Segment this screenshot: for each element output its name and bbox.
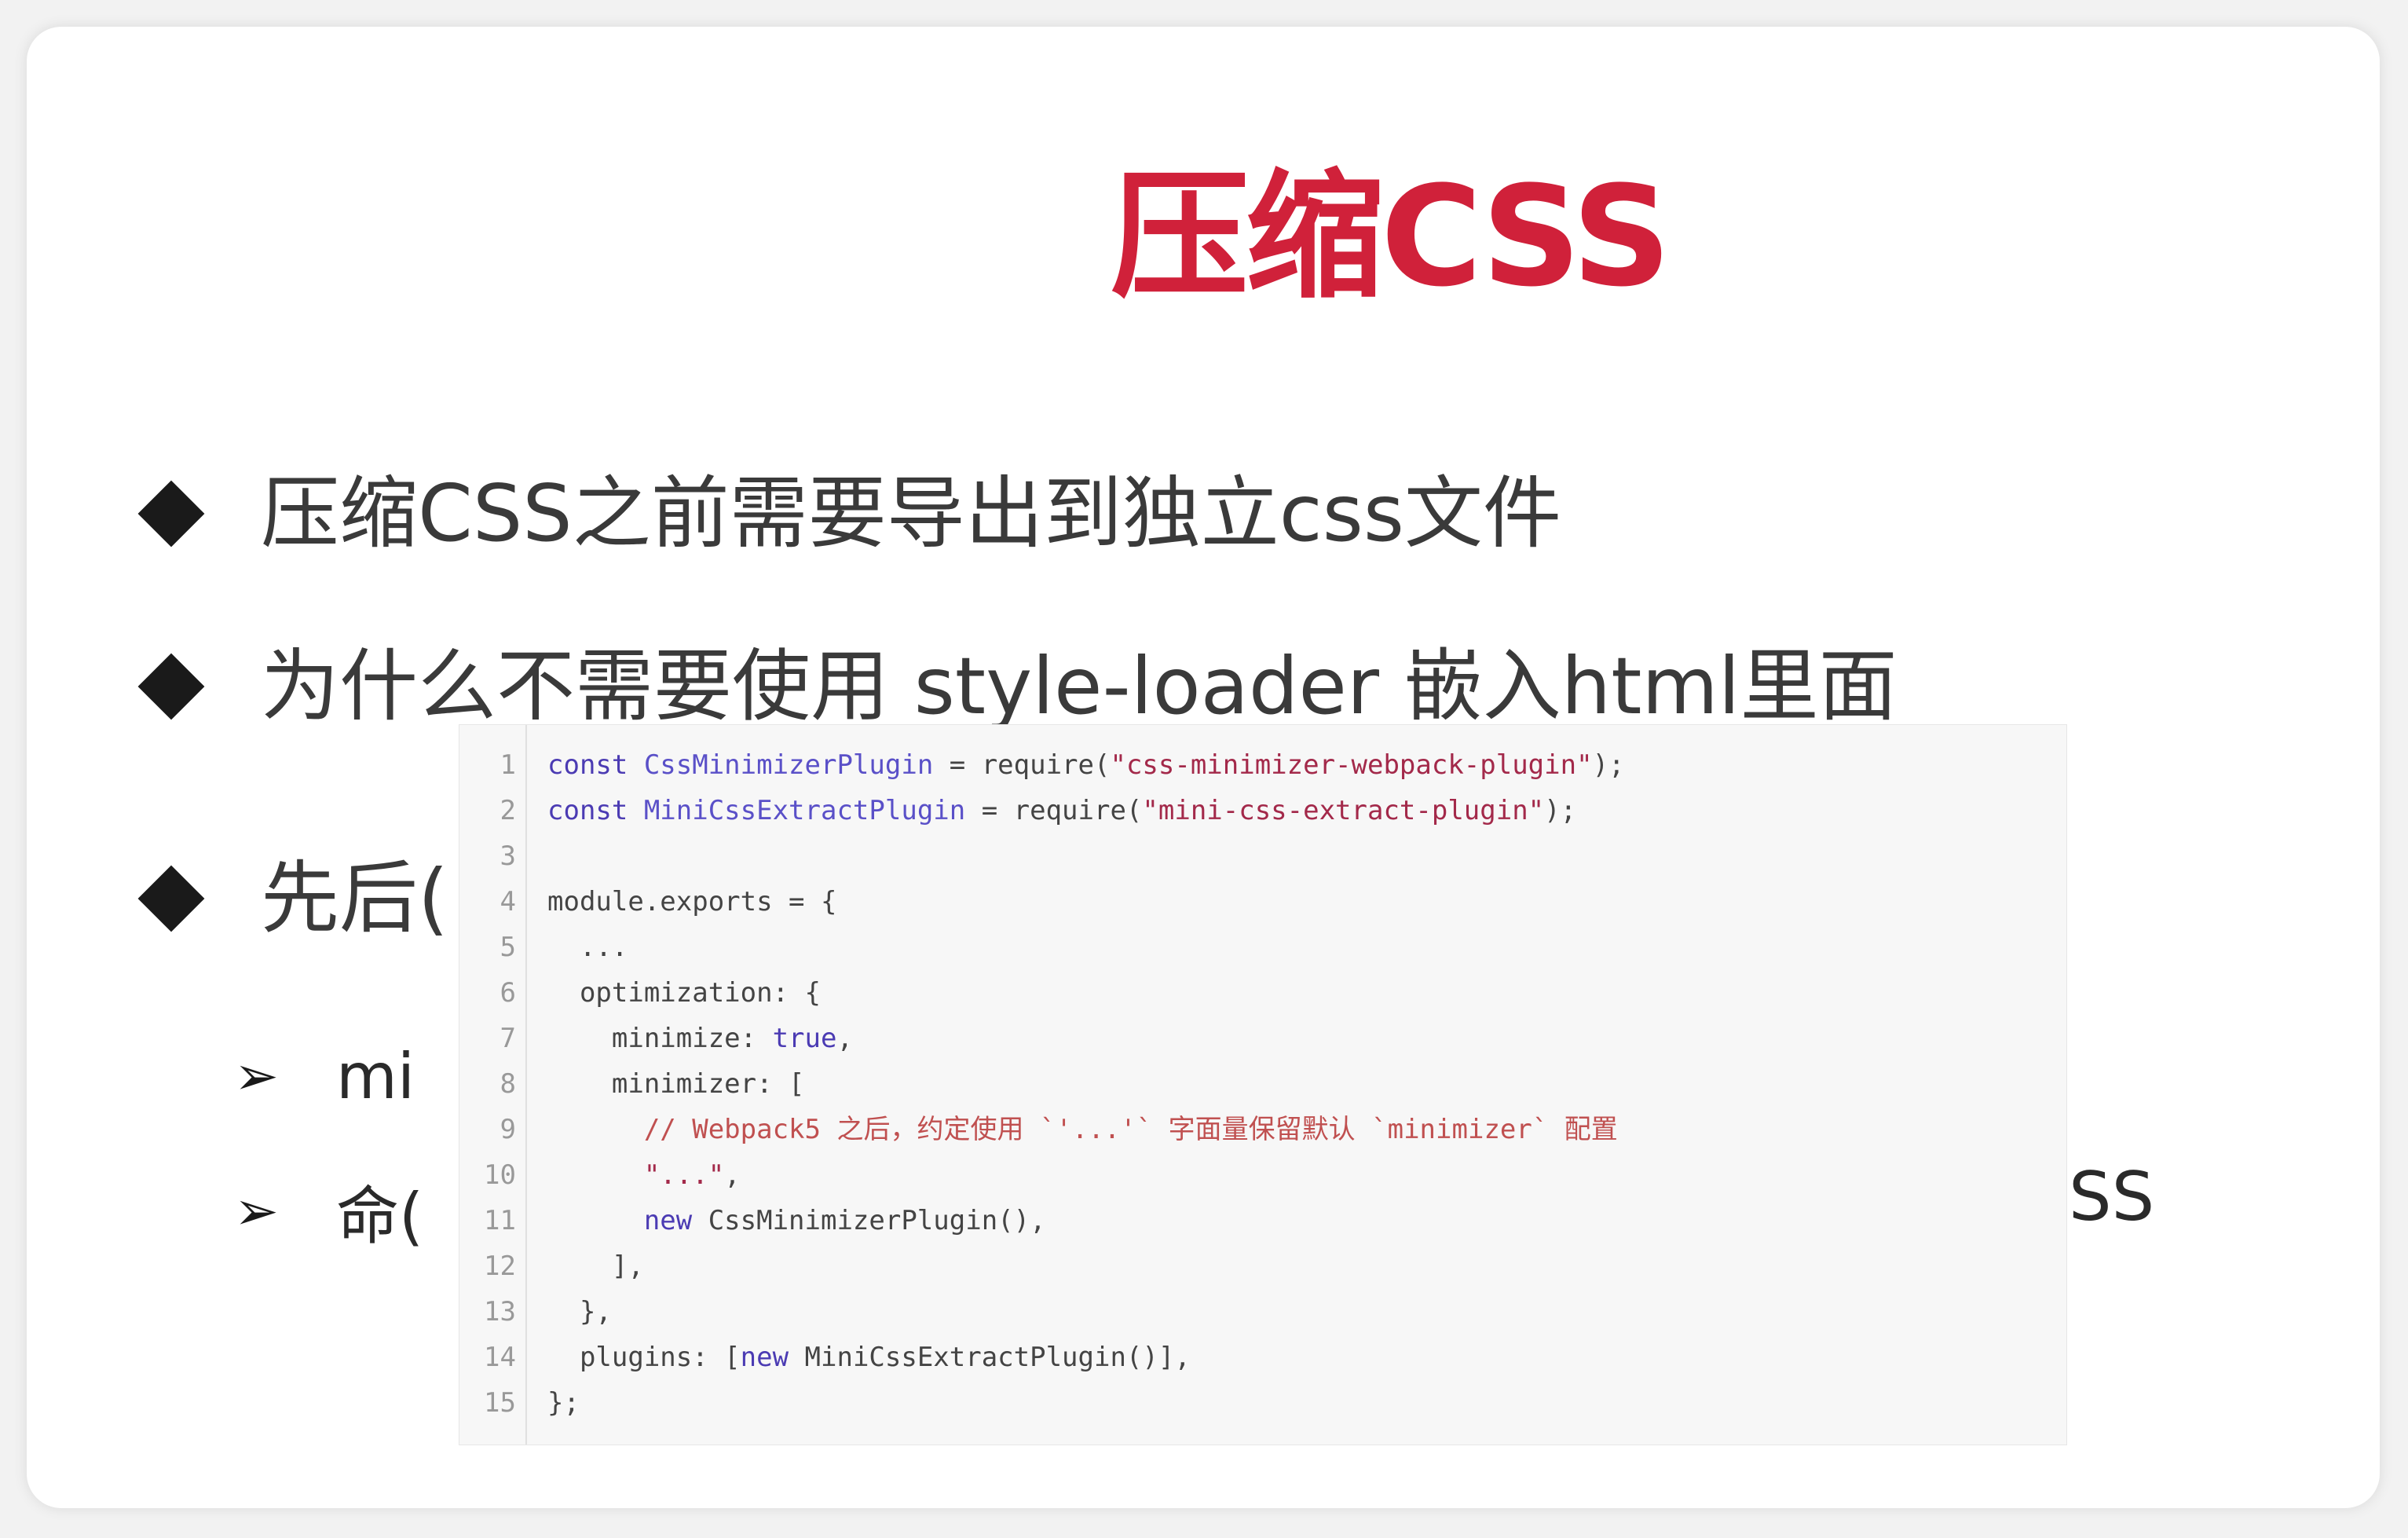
code-line: 4 module.exports = { bbox=[459, 879, 837, 925]
code-token: ); bbox=[1544, 795, 1577, 826]
code-line: 9 // Webpack5 之后，约定使用 `'...'` 字面量保留默认 `m… bbox=[459, 1107, 1618, 1152]
code-text: minimizer: [ bbox=[547, 1061, 805, 1107]
bullet-2: 为什么不需要使用 style-loader 嵌入html里面 bbox=[129, 639, 1897, 734]
diamond-bullet-icon bbox=[137, 653, 205, 720]
code-line: 8 minimizer: [ bbox=[459, 1061, 805, 1107]
code-token: true bbox=[772, 1023, 837, 1054]
code-token: plugins: [ bbox=[547, 1342, 741, 1373]
code-line: 6 optimization: { bbox=[459, 970, 821, 1016]
code-token: const bbox=[547, 795, 644, 826]
line-number: 7 bbox=[500, 1023, 516, 1054]
sub-bullet-1: ➢ mi bbox=[234, 1040, 415, 1113]
code-line: 3 bbox=[459, 833, 547, 879]
code-text: optimization: { bbox=[547, 970, 821, 1016]
code-line: 10 "...", bbox=[459, 1152, 741, 1198]
line-number: 4 bbox=[500, 886, 516, 917]
code-token: minimize: bbox=[547, 1023, 773, 1054]
code-line: 5 ... bbox=[459, 925, 628, 970]
code-text: }, bbox=[547, 1289, 612, 1335]
code-token: "css-minimizer-webpack-plugin" bbox=[1110, 749, 1593, 781]
code-token: , bbox=[836, 1023, 853, 1054]
arrow-bullet-icon: ➢ bbox=[234, 1180, 279, 1243]
code-text: const MiniCssExtractPlugin = require("mi… bbox=[547, 788, 1576, 833]
code-text: "...", bbox=[547, 1152, 741, 1198]
code-text: new CssMinimizerPlugin(), bbox=[547, 1198, 1046, 1243]
code-block: 1 const CssMinimizerPlugin = require("css… bbox=[459, 724, 2067, 1445]
code-line: 15}; bbox=[459, 1380, 580, 1426]
diamond-bullet-icon bbox=[137, 865, 205, 932]
code-text: ... bbox=[547, 925, 628, 970]
line-number: 14 bbox=[484, 1342, 516, 1373]
code-token: CssMinimizerPlugin(), bbox=[708, 1205, 1046, 1236]
code-token: MiniCssExtractPlugin bbox=[643, 795, 966, 826]
code-token: = require( bbox=[965, 795, 1143, 826]
line-number: 10 bbox=[484, 1159, 516, 1191]
code-text: // Webpack5 之后，约定使用 `'...'` 字面量保留默认 `min… bbox=[547, 1107, 1618, 1152]
code-line: 12 ], bbox=[459, 1243, 644, 1289]
code-token: CssMinimizerPlugin bbox=[643, 749, 934, 781]
arrow-bullet-icon: ➢ bbox=[234, 1045, 279, 1108]
code-token: "mini-css-extract-plugin" bbox=[1142, 795, 1545, 826]
line-number: 5 bbox=[500, 932, 516, 963]
code-text: plugins: [new MiniCssExtractPlugin()], bbox=[547, 1335, 1191, 1380]
code-token: }; bbox=[547, 1387, 580, 1419]
code-token: // Webpack5 之后，约定使用 `'...'` 字面量保留默认 `min… bbox=[547, 1114, 1618, 1145]
code-token: module.exports = { bbox=[547, 886, 837, 917]
code-token: MiniCssExtractPlugin()], bbox=[804, 1342, 1191, 1373]
partially-hidden-text: SS bbox=[2069, 1158, 2155, 1236]
line-number: 9 bbox=[500, 1114, 516, 1145]
sub-bullet-text: mi bbox=[336, 1040, 415, 1113]
bullet-text: 为什么不需要使用 style-loader 嵌入html里面 bbox=[261, 640, 1897, 732]
code-text: ], bbox=[547, 1243, 644, 1289]
code-line: 11 new CssMinimizerPlugin(), bbox=[459, 1198, 1046, 1243]
code-token: = require( bbox=[933, 749, 1111, 781]
code-token: new bbox=[547, 1205, 708, 1236]
code-token: const bbox=[547, 749, 644, 781]
code-text: const CssMinimizerPlugin = require("css-… bbox=[547, 742, 1625, 788]
code-token: "..." bbox=[547, 1159, 725, 1191]
bullet-3: 先后( bbox=[129, 851, 448, 946]
code-token: ); bbox=[1592, 749, 1625, 781]
code-token: new bbox=[740, 1342, 805, 1373]
line-number: 12 bbox=[484, 1251, 516, 1282]
line-number: 6 bbox=[500, 977, 516, 1009]
line-number: 3 bbox=[500, 840, 516, 872]
code-text: minimize: true, bbox=[547, 1016, 853, 1061]
line-number: 2 bbox=[500, 795, 516, 826]
line-number: 8 bbox=[500, 1068, 516, 1100]
line-number: 1 bbox=[500, 749, 516, 781]
line-number: 13 bbox=[484, 1296, 516, 1327]
diamond-bullet-icon bbox=[137, 480, 205, 547]
slide: 压缩CSS 压缩CSS之前需要导出到独立css文件 为什么不需要使用 style… bbox=[27, 27, 2380, 1508]
code-line: 2 const MiniCssExtractPlugin = require("m… bbox=[459, 788, 1577, 833]
code-token: ], bbox=[547, 1251, 644, 1282]
code-token: ... bbox=[547, 932, 628, 963]
code-token: , bbox=[724, 1159, 741, 1191]
code-token: }, bbox=[547, 1296, 612, 1327]
code-line: 13 }, bbox=[459, 1289, 612, 1335]
slide-title: 压缩CSS bbox=[1111, 156, 1671, 317]
code-line: 7 minimize: true, bbox=[459, 1016, 853, 1061]
code-text: module.exports = { bbox=[547, 879, 836, 925]
code-text: }; bbox=[547, 1380, 580, 1426]
code-line: 1 const CssMinimizerPlugin = require("css… bbox=[459, 742, 1625, 788]
code-token: optimization: { bbox=[547, 977, 821, 1009]
bullet-1: 压缩CSS之前需要导出到独立css文件 bbox=[129, 467, 1561, 561]
sub-bullet-2: ➢ 命( bbox=[234, 1166, 423, 1257]
code-token: minimizer: [ bbox=[547, 1068, 805, 1100]
code-line: 14 plugins: [new MiniCssExtractPlugin()]… bbox=[459, 1335, 1191, 1380]
sub-bullet-text: 命( bbox=[336, 1180, 424, 1253]
bullet-text: 先后( bbox=[261, 852, 449, 944]
line-number: 15 bbox=[484, 1387, 516, 1419]
bullet-text: 压缩CSS之前需要导出到独立css文件 bbox=[261, 467, 1561, 559]
line-number: 11 bbox=[484, 1205, 516, 1236]
